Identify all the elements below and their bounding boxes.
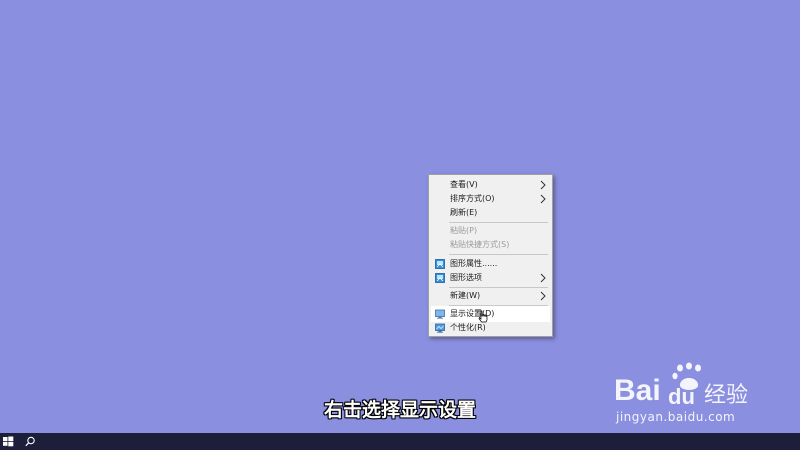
graphics-properties-icon <box>435 259 445 269</box>
menu-item-label: 图形选项 <box>450 273 482 282</box>
menu-item-paste-shortcut[interactable]: 粘贴快捷方式(S) <box>431 237 550 253</box>
baidu-jingyan-watermark: Bai du 经验 jingyan.baidu.com <box>612 362 762 427</box>
search-icon[interactable] <box>22 433 38 450</box>
menu-item-graphics-options[interactable]: 图形选项 <box>431 270 550 286</box>
menu-item-label: 刷新(E) <box>450 208 478 217</box>
menu-item-new[interactable]: 新建(W) <box>431 288 550 304</box>
menu-separator <box>449 254 548 255</box>
chevron-right-icon <box>540 273 546 283</box>
hand-cursor-icon <box>478 310 488 323</box>
menu-item-refresh[interactable]: 刷新(E) <box>431 205 550 221</box>
svg-text:Bai: Bai <box>614 374 661 407</box>
personalize-icon <box>435 323 445 333</box>
svg-text:du: du <box>668 384 695 409</box>
context-menu: 查看(V) 排序方式(O) 刷新(E) 粘贴(P) 粘贴快捷方式(S) 图形属性… <box>428 174 553 337</box>
subtitle-caption: 右击选择显示设置 <box>323 399 476 421</box>
graphics-options-icon <box>435 273 445 283</box>
watermark-url: jingyan.baidu.com <box>616 410 736 424</box>
menu-item-personalize[interactable]: 个性化(R) <box>431 320 550 336</box>
baidu-jingyan-logo: Bai du 经验 <box>614 362 748 409</box>
menu-item-label: 粘贴快捷方式(S) <box>450 240 510 249</box>
taskbar <box>0 433 800 450</box>
svg-text:经验: 经验 <box>704 383 748 408</box>
menu-item-label: 新建(W) <box>450 291 481 300</box>
windows-start-icon[interactable] <box>0 433 16 450</box>
chevron-right-icon <box>540 291 546 301</box>
display-settings-icon <box>435 309 445 319</box>
